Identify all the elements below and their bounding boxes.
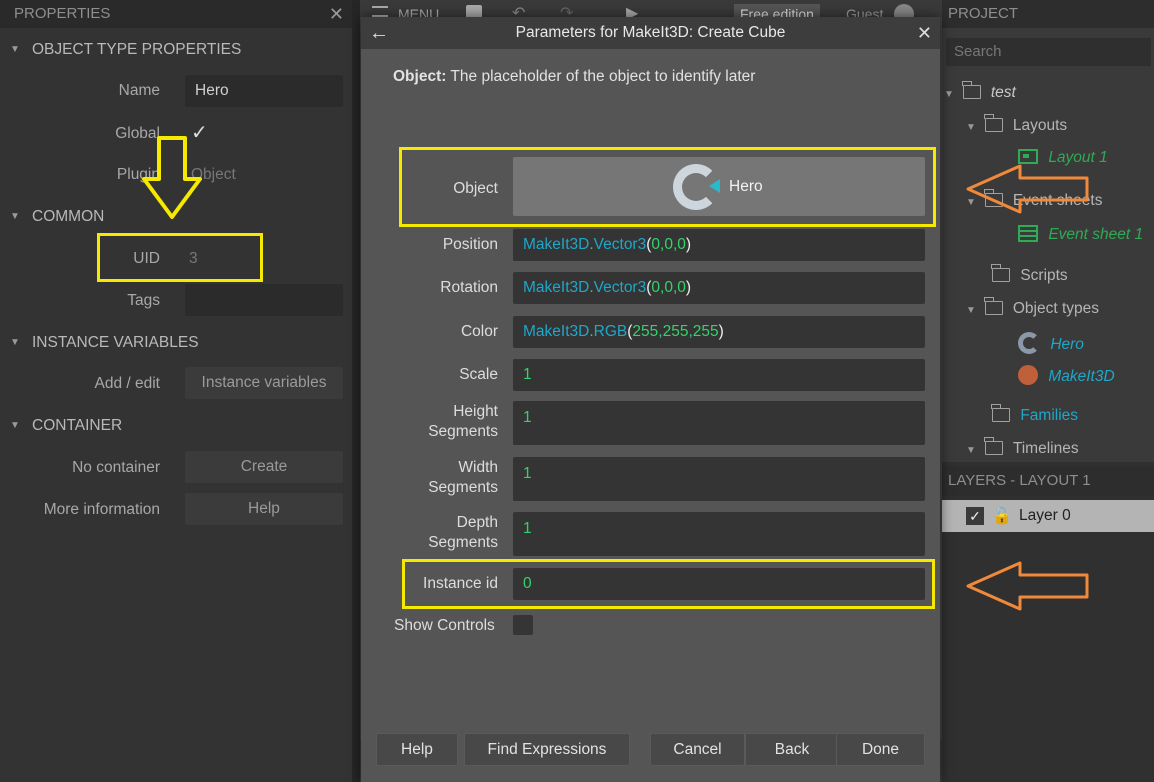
show-controls-label: Show Controls: [394, 617, 495, 634]
section-object-type[interactable]: ▼ OBJECT TYPE PROPERTIES: [0, 33, 352, 67]
name-label: Name: [118, 82, 160, 99]
redo-icon[interactable]: ↷: [560, 3, 573, 17]
orange-left-arrow-icon-object: [966, 164, 1089, 214]
position-label: Position: [442, 236, 498, 253]
highlight-box-uid: [97, 233, 263, 282]
folder-icon: [983, 114, 1003, 132]
rotation-label: Rotation: [440, 279, 498, 296]
done-button[interactable]: Done: [836, 733, 925, 766]
properties-panel: PROPERTIES ✕ ▼ OBJECT TYPE PROPERTIES Nam…: [0, 0, 352, 782]
expand-triangle-icon: ▼: [966, 445, 976, 456]
add-edit-label: Add / edit: [94, 375, 161, 392]
depth-segments-label: Depth Segments: [428, 514, 498, 551]
avatar-icon[interactable]: [894, 4, 914, 17]
color-label: Color: [460, 323, 498, 340]
section-container[interactable]: ▼ CONTAINER: [0, 409, 352, 443]
layer-name: Layer 0: [1019, 507, 1071, 524]
families-folder-icon: [991, 404, 1010, 422]
plugin-label: Plugin: [116, 166, 160, 183]
play-icon[interactable]: ▶: [626, 3, 638, 17]
height-segments-label: Height Segments: [428, 403, 498, 440]
parameter-description: Object: The placeholder of the object to…: [393, 68, 756, 85]
guest-label[interactable]: Guest: [846, 6, 883, 17]
expand-triangle-icon: ▼: [966, 305, 976, 316]
global-label: Global: [115, 125, 160, 142]
hero-object-icon: [1018, 332, 1040, 354]
main-toolbar: MENU ↶ ↷ ▶ Free edition Guest: [360, 0, 942, 17]
help-button[interactable]: Help: [376, 733, 458, 766]
back-button[interactable]: Back: [745, 733, 839, 766]
tree-item-object-types[interactable]: ▼ Object types: [966, 297, 1099, 318]
create-button[interactable]: Create: [185, 451, 343, 483]
help-button[interactable]: Help: [185, 493, 343, 525]
tree-item-makeit3d[interactable]: MakeIt3D: [1018, 365, 1115, 386]
properties-header: PROPERTIES ✕: [0, 0, 352, 28]
position-field[interactable]: MakeIt3D.Vector3(0,0,0): [513, 229, 925, 261]
dialog-title: Parameters for MakeIt3D: Create Cube: [515, 24, 786, 41]
undo-icon[interactable]: ↶: [512, 3, 525, 17]
parameters-dialog: ← Parameters for MakeIt3D: Create Cube ✕…: [361, 17, 940, 782]
lock-icon[interactable]: 🔓: [992, 506, 1012, 526]
layer-row-layer-0[interactable]: ✓ 🔓 Layer 0: [942, 500, 1154, 532]
project-panel: PROJECT Search ▼ test ▼ Layouts Layout 1…: [942, 0, 1154, 462]
cancel-button[interactable]: Cancel: [650, 733, 745, 766]
collapse-triangle-icon: ▼: [10, 211, 20, 222]
scale-label: Scale: [459, 366, 498, 383]
tree-item-timelines[interactable]: ▼ Timelines: [966, 437, 1079, 458]
scale-field[interactable]: 1: [513, 359, 925, 391]
depth-segments-field[interactable]: 1: [513, 512, 925, 556]
layers-header: LAYERS - LAYOUT 1: [942, 466, 1154, 496]
save-icon[interactable]: [466, 5, 482, 17]
width-segments-field[interactable]: 1: [513, 457, 925, 501]
project-header: PROJECT: [942, 0, 1154, 28]
close-icon[interactable]: ✕: [329, 0, 344, 28]
height-segments-field[interactable]: 1: [513, 401, 925, 445]
makeit3d-plugin-icon: [1018, 365, 1038, 385]
event-sheet-icon: [1018, 225, 1038, 242]
tags-field[interactable]: [185, 284, 343, 316]
rotation-field[interactable]: MakeIt3D.Vector3(0,0,0): [513, 272, 925, 304]
color-field[interactable]: MakeIt3D.RGB(255,255,255): [513, 316, 925, 348]
collapse-triangle-icon: ▼: [10, 44, 20, 55]
folder-icon: [961, 81, 981, 99]
more-information-label: More information: [43, 501, 160, 518]
dialog-header: ← Parameters for MakeIt3D: Create Cube ✕: [361, 17, 940, 49]
tree-item-hero[interactable]: Hero: [1018, 332, 1084, 354]
instance-variables-button[interactable]: Instance variables: [185, 367, 343, 399]
highlight-box-instance-id: [402, 559, 935, 609]
menu-icon[interactable]: [372, 6, 388, 17]
close-icon[interactable]: ✕: [917, 17, 932, 49]
tree-item-scripts[interactable]: Scripts: [991, 264, 1068, 285]
yellow-down-arrow-icon: [142, 136, 202, 219]
folder-icon: [983, 297, 1003, 315]
tree-item-root[interactable]: ▼ test: [944, 81, 1016, 102]
edition-badge: Free edition: [734, 4, 820, 17]
no-container-label: No container: [72, 459, 160, 476]
tree-item-event-sheet-1[interactable]: Event sheet 1: [1018, 225, 1143, 244]
tree-item-families[interactable]: Families: [991, 404, 1078, 425]
splitter[interactable]: [352, 0, 360, 782]
back-arrow-icon[interactable]: ←: [369, 17, 389, 49]
width-segments-label: Width Segments: [428, 459, 498, 496]
folder-icon: [991, 264, 1010, 282]
expand-triangle-icon: ▼: [966, 122, 976, 133]
project-search-input[interactable]: Search: [946, 38, 1151, 66]
show-controls-checkbox[interactable]: [513, 615, 533, 635]
folder-icon: [983, 437, 1003, 455]
tree-item-layouts[interactable]: ▼ Layouts: [966, 114, 1067, 135]
name-field[interactable]: Hero: [185, 75, 343, 107]
properties-title: PROPERTIES: [14, 5, 111, 22]
section-instance-variables[interactable]: ▼ INSTANCE VARIABLES: [0, 326, 352, 360]
layers-panel: LAYERS - LAYOUT 1 ✓ 🔓 Layer 0: [942, 462, 1154, 782]
menu-label[interactable]: MENU: [398, 6, 439, 17]
highlight-box-object: [399, 147, 936, 227]
orange-left-arrow-icon-instance-id: [966, 561, 1089, 611]
visibility-checkbox[interactable]: ✓: [966, 507, 984, 525]
collapse-triangle-icon: ▼: [10, 337, 20, 348]
find-expressions-button[interactable]: Find Expressions: [464, 733, 630, 766]
collapse-triangle-icon: ▼: [10, 420, 20, 431]
tags-label: Tags: [127, 292, 160, 309]
expand-triangle-icon: ▼: [944, 89, 954, 100]
